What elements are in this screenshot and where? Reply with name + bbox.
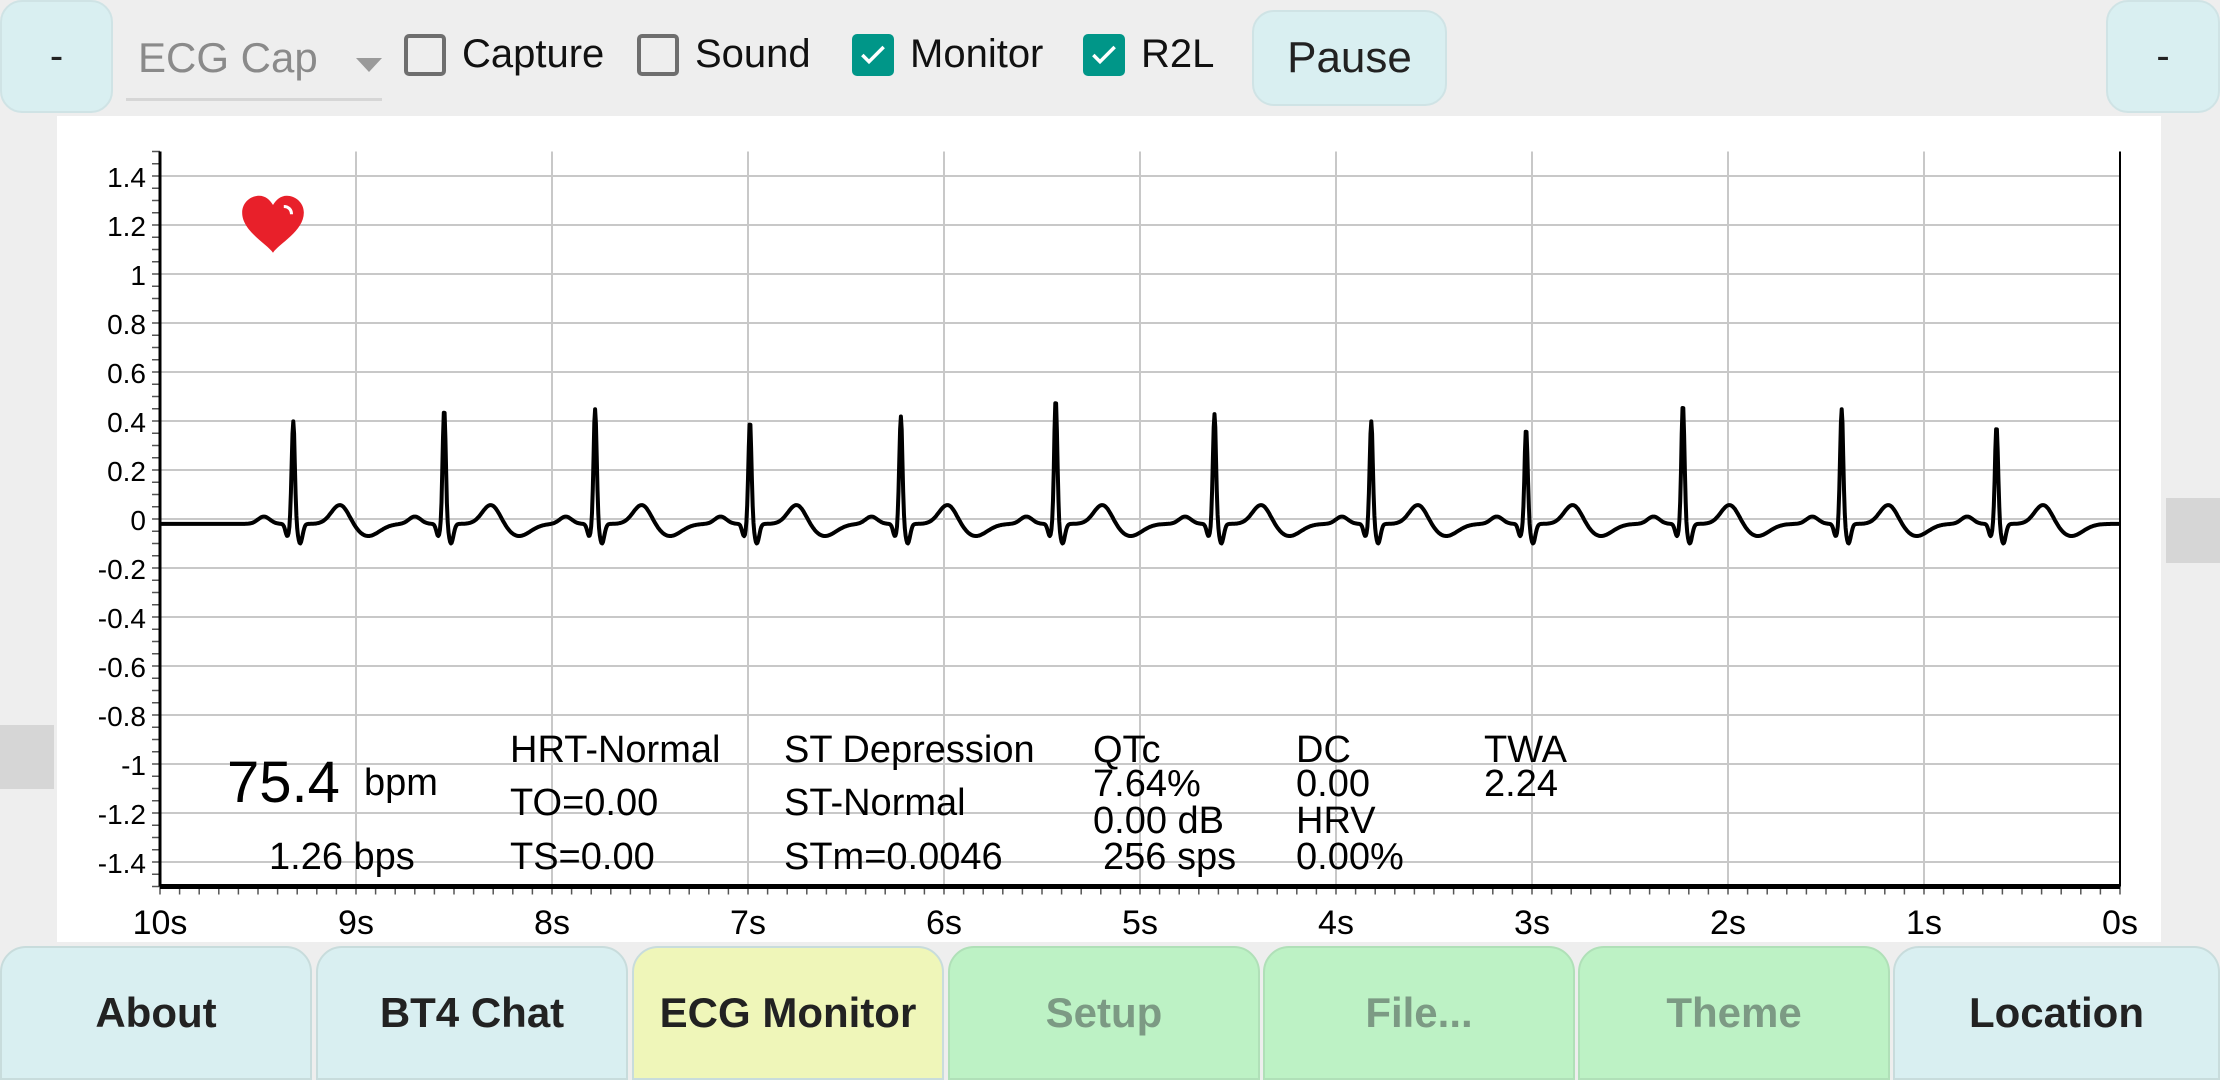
heart-icon: [242, 195, 304, 253]
y-tick-label: -0.8: [98, 701, 146, 732]
tab-theme[interactable]: Theme: [1578, 946, 1890, 1080]
bpm-unit: bpm: [364, 762, 438, 804]
y-tick-label: 0.6: [107, 358, 146, 389]
y-tick-label: -0.2: [98, 554, 146, 585]
hrt-status: HRT-Normal: [510, 729, 721, 771]
tab-label: Theme: [1666, 989, 1802, 1036]
sps-value: 256 sps: [1103, 836, 1237, 878]
stm-value: STm=0.0046: [784, 836, 1003, 878]
tab-file[interactable]: File...: [1263, 946, 1575, 1080]
x-tick-label: 7s: [730, 904, 766, 942]
y-tick-label: 1: [130, 260, 146, 291]
hrv-value: 0.00%: [1296, 836, 1404, 878]
y-tick-label: 1.4: [107, 162, 146, 193]
st-normal: ST-Normal: [784, 782, 966, 824]
ts-value: TS=0.00: [510, 836, 655, 878]
tab-label: BT4 Chat: [379, 989, 565, 1036]
tab-label: ECG Monitor: [659, 989, 917, 1036]
x-tick-label: 1s: [1906, 904, 1942, 942]
ecg-chart: 1.4 1.2 1 0.8 0.6 0.4 0.2 0 -0.2 -0.4 -0.6 -0.8 -1 -1…: [98, 150, 2138, 942]
x-tick-label: 3s: [1514, 904, 1550, 942]
qtc-value: 7.64%: [1093, 763, 1201, 805]
x-tick-label: 4s: [1318, 904, 1354, 942]
bps-value: 1.26 bps: [269, 836, 415, 878]
y-tick-label: 0.2: [107, 456, 146, 487]
x-tick-label: 6s: [926, 904, 962, 942]
y-tick-label: 0.4: [107, 407, 146, 438]
x-tick-label: 10s: [133, 904, 188, 942]
y-tick-label: -0.6: [98, 652, 146, 683]
tab-about[interactable]: About: [0, 946, 312, 1080]
db-value: 0.00 dB: [1093, 800, 1224, 842]
y-tick-label: -1: [121, 750, 146, 781]
hrv-label: HRV: [1296, 800, 1376, 842]
y-tick-label: -1.4: [98, 848, 146, 879]
x-tick-label: 9s: [338, 904, 374, 942]
tab-label: File...: [1365, 989, 1473, 1036]
tab-setup[interactable]: Setup: [948, 946, 1260, 1080]
tab-location[interactable]: Location: [1893, 946, 2220, 1080]
x-tick-label: 0s: [2102, 904, 2138, 942]
tab-ecg-monitor[interactable]: ECG Monitor: [632, 946, 944, 1080]
y-tick-label: 0.8: [107, 309, 146, 340]
x-tick-label: 5s: [1122, 904, 1158, 942]
tab-label: About: [95, 989, 217, 1036]
twa-value: 2.24: [1484, 763, 1558, 805]
x-tick-label: 2s: [1710, 904, 1746, 942]
dc-value: 0.00: [1296, 763, 1370, 805]
y-tick-label: 1.2: [107, 211, 146, 242]
y-tick-label: -0.4: [98, 603, 146, 634]
y-tick-label: -1.2: [98, 799, 146, 830]
tab-bt4-chat[interactable]: BT4 Chat: [316, 946, 628, 1080]
tab-label: Setup: [1045, 989, 1163, 1036]
x-tick-label: 8s: [534, 904, 570, 942]
to-value: TO=0.00: [510, 782, 659, 824]
bpm-value: 75.4: [227, 750, 340, 815]
st-depression: ST Depression: [784, 729, 1035, 771]
tab-label: Location: [1969, 989, 2144, 1036]
y-tick-label: 0: [130, 505, 146, 536]
